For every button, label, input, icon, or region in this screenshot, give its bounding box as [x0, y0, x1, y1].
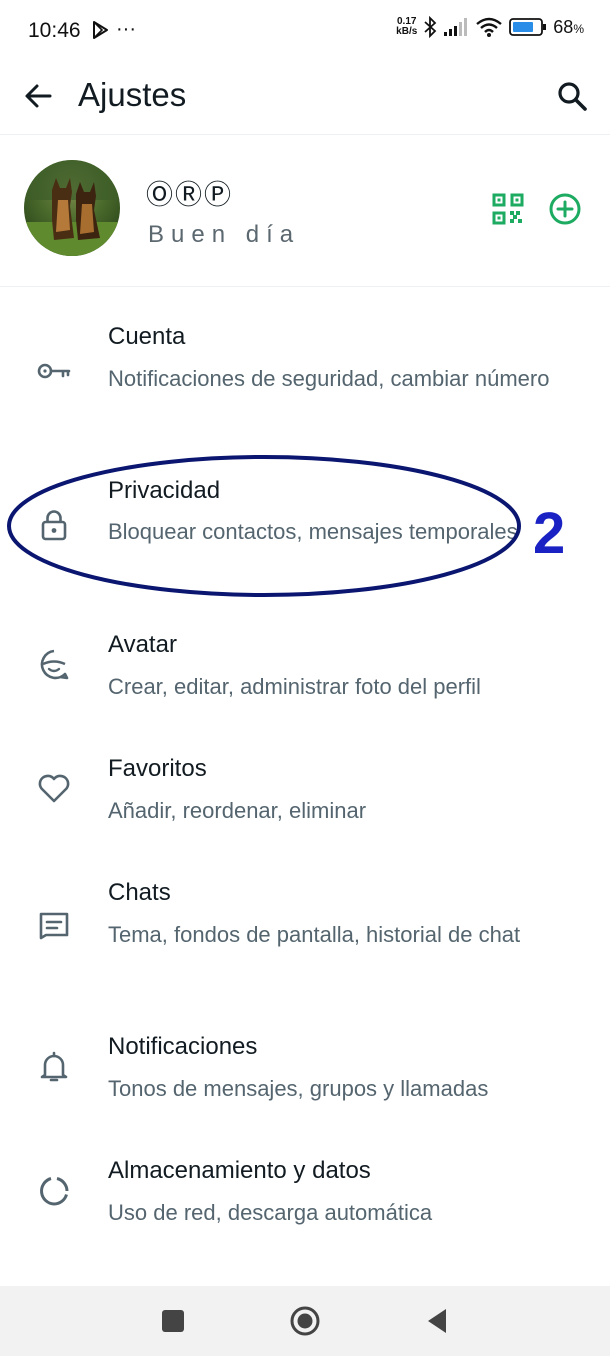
setting-item-favoritos[interactable]: Favoritos Añadir, reordenar, eliminar — [0, 717, 610, 841]
qr-code-icon[interactable] — [492, 193, 524, 225]
page-title: Ajustes — [78, 76, 187, 113]
signal-icon — [444, 18, 468, 36]
setting-title: Privacidad — [108, 477, 221, 504]
setting-item-notificaciones[interactable]: Notificaciones Tonos de mensajes, grupos… — [0, 995, 610, 1119]
setting-item-chats[interactable]: Chats Tema, fondos de pantalla, historia… — [0, 841, 610, 995]
home-circle-icon[interactable] — [288, 1304, 322, 1338]
setting-subtitle: Tema, fondos de pantalla, historial de c… — [108, 922, 521, 947]
add-account-icon[interactable] — [548, 192, 582, 226]
setting-item-almacenamiento[interactable]: Almacenamiento y datos Uso de red, desca… — [0, 1119, 610, 1243]
profile-header[interactable]: ⓄⓇⓅ Buen día — [0, 135, 610, 287]
setting-title: Cuenta — [108, 323, 186, 350]
chat-icon — [39, 912, 69, 940]
setting-title: Favoritos — [108, 755, 207, 782]
setting-subtitle: Crear, editar, administrar foto del perf… — [108, 674, 481, 699]
profile-status: Buen día — [148, 221, 301, 248]
avatar-icon — [40, 649, 69, 680]
battery-icon — [509, 18, 547, 36]
setting-subtitle: Tonos de mensajes, grupos y llamadas — [108, 1076, 489, 1101]
more-notifications-icon: ··· — [116, 18, 136, 40]
status-right: 0.17 kB/s 68% — [396, 16, 584, 38]
setting-title: Almacenamiento y datos — [108, 1157, 371, 1184]
status-time: 10:46 — [28, 19, 81, 42]
setting-subtitle: Bloquear contactos, mensajes temporales — [108, 519, 518, 544]
setting-item-cuenta[interactable]: Cuenta Notificaciones de seguridad, camb… — [0, 287, 610, 439]
back-triangle-icon[interactable] — [420, 1304, 454, 1338]
setting-subtitle: Añadir, reordenar, eliminar — [108, 798, 367, 823]
play-store-icon — [93, 20, 108, 39]
search-icon[interactable] — [554, 78, 590, 114]
heart-icon — [38, 774, 70, 803]
net-speed: 0.17 kB/s — [396, 16, 418, 37]
recents-square-icon[interactable] — [156, 1304, 190, 1338]
back-arrow-icon[interactable] — [20, 78, 56, 114]
wifi-icon — [476, 17, 503, 37]
app-bar: Ajustes — [0, 62, 610, 135]
key-icon — [37, 363, 71, 379]
status-left-icons: ··· — [92, 18, 136, 41]
setting-subtitle: Uso de red, descarga automática — [108, 1200, 433, 1225]
lock-icon — [41, 510, 67, 541]
setting-item-privacidad[interactable]: Privacidad Bloquear contactos, mensajes … — [0, 439, 610, 593]
bluetooth-icon — [424, 16, 437, 38]
system-nav-bar — [0, 1286, 610, 1356]
annotation-number: 2 — [533, 501, 566, 566]
avatar[interactable] — [24, 160, 120, 256]
setting-title: Notificaciones — [108, 1033, 258, 1060]
profile-photo — [24, 160, 120, 256]
setting-title: Chats — [108, 879, 171, 906]
battery-percent: 68% — [553, 16, 584, 37]
setting-title: Avatar — [108, 631, 177, 658]
status-bar: 10:46 ··· 0.17 kB/s 68% — [0, 0, 610, 62]
setting-subtitle: Notificaciones de seguridad, cambiar núm… — [108, 366, 550, 391]
setting-item-avatar[interactable]: Avatar Crear, editar, administrar foto d… — [0, 593, 610, 717]
storage-icon — [40, 1177, 69, 1206]
profile-name: ⓄⓇⓅ — [146, 180, 233, 210]
bell-icon — [40, 1051, 68, 1082]
